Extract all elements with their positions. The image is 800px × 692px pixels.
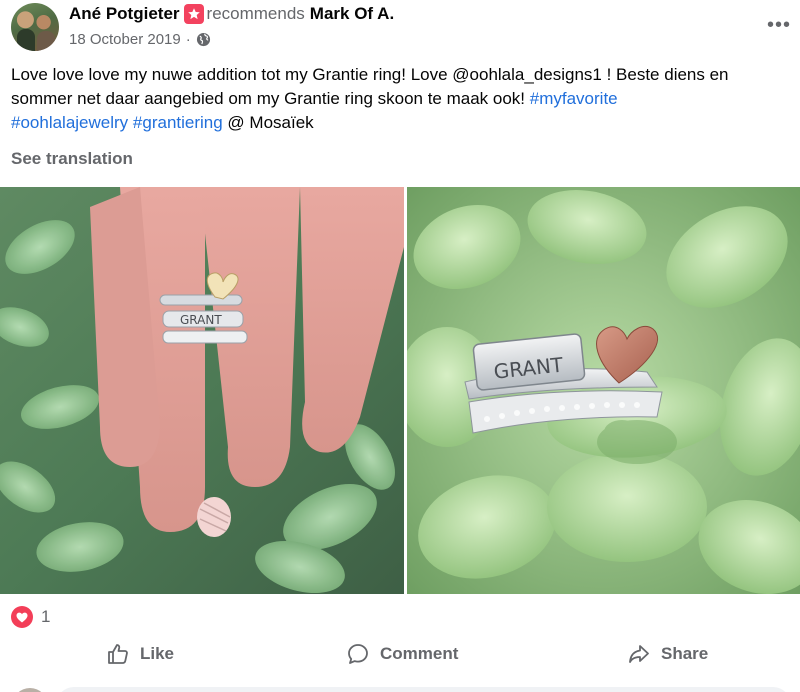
like-button[interactable]: Like bbox=[106, 634, 174, 674]
comment-label: Comment bbox=[380, 644, 459, 663]
recommends-label: recommends bbox=[206, 4, 305, 23]
post-actions: Like Comment Share bbox=[0, 634, 800, 674]
reaction-count: 1 bbox=[41, 607, 51, 626]
heart-icon bbox=[11, 606, 33, 628]
globe-icon[interactable] bbox=[196, 32, 211, 47]
thumbs-up-icon bbox=[108, 644, 128, 664]
post-meta: 18 October 2019 · bbox=[69, 31, 211, 48]
post-text-body: Love love love my nuwe addition tot my G… bbox=[11, 65, 729, 108]
post-location: @ Mosaïek bbox=[222, 113, 314, 132]
recommend-icon bbox=[183, 4, 204, 24]
like-label: Like bbox=[140, 644, 175, 663]
author-name[interactable]: Ané Potgieter bbox=[69, 4, 180, 24]
hashtag-myfavorite[interactable]: #myfavorite bbox=[530, 89, 618, 108]
see-translation-link[interactable]: See translation bbox=[11, 149, 133, 169]
page-name[interactable]: Mark Of A. bbox=[310, 4, 394, 24]
hashtag-grantiering[interactable]: #grantiering bbox=[133, 113, 223, 132]
ring-engraving-left: GRANT bbox=[180, 313, 222, 327]
reactions-summary[interactable]: 1 bbox=[11, 604, 50, 630]
share-icon bbox=[629, 645, 649, 663]
share-label: Share bbox=[661, 644, 709, 663]
comment-composer bbox=[0, 684, 800, 692]
comment-button[interactable]: Comment bbox=[346, 634, 458, 674]
author-avatar[interactable] bbox=[11, 3, 59, 51]
comment-input[interactable] bbox=[56, 687, 791, 692]
post-headline: Ané Potgieter recommends Mark Of A. bbox=[69, 4, 394, 24]
post-text: Love love love my nuwe addition tot my G… bbox=[11, 63, 791, 135]
comment-icon bbox=[348, 644, 368, 664]
more-options-icon[interactable]: ••• bbox=[762, 12, 796, 38]
meta-separator: · bbox=[185, 31, 191, 48]
share-button[interactable]: Share bbox=[627, 634, 708, 674]
post-header: Ané Potgieter recommends Mark Of A. 18 O… bbox=[0, 0, 800, 60]
post-photo-hand[interactable]: GRANT bbox=[0, 187, 404, 594]
post-date[interactable]: 18 October 2019 bbox=[69, 31, 181, 48]
viewer-avatar bbox=[12, 688, 48, 692]
hashtag-oohlalajewelry[interactable]: #oohlalajewelry bbox=[11, 113, 128, 132]
post-photo-rings[interactable]: GRANT bbox=[407, 187, 800, 594]
